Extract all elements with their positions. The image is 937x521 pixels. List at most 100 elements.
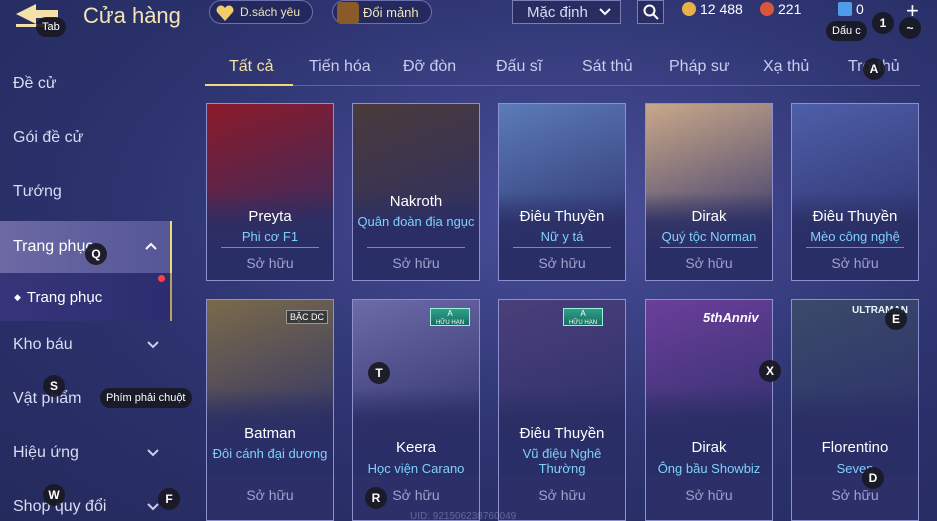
hero-name: Điêu Thuyền (812, 208, 898, 225)
skin-name: Đôi cánh đại dương (212, 446, 328, 461)
sidebar-subitem-label: Trang phục (26, 288, 103, 306)
card-divider (806, 247, 904, 248)
skin-name: Quý tộc Norman (661, 229, 757, 244)
hero-name: Keera (395, 439, 437, 456)
card-divider (221, 247, 319, 248)
skin-card[interactable]: Điêu Thuyền Mèo công nghệ Sở hữu (791, 103, 919, 281)
hero-name: Dirak (691, 208, 727, 225)
chevron-down-icon (598, 5, 612, 23)
notification-dot (158, 275, 165, 282)
skin-card[interactable]: Dirak Quý tộc Norman Sở hữu (645, 103, 773, 281)
owned-label: Sở hữu (246, 255, 294, 271)
owned-label: Sở hữu (538, 255, 586, 271)
sort-dropdown[interactable]: Mặc định (512, 0, 621, 24)
sidebar-item-label: Kho báu (13, 336, 73, 353)
sidebar-item-label: Trang phục (13, 238, 94, 255)
owned-label: Sở hữu (831, 255, 879, 271)
sidebar-item-label: Đề cử (13, 75, 57, 92)
chevron-up-icon (144, 239, 158, 258)
sidebar-subitem-skins[interactable]: ◆ Trang phục (0, 273, 172, 321)
category-tabs: Tất cả Tiến hóa Đỡ đòn Đấu sĩ Sát thủ Ph… (205, 48, 920, 86)
key-hint-x: X (759, 360, 781, 382)
skin-name: Quân đoàn địa ngục (357, 214, 475, 229)
back-key-hint: Tab (36, 17, 66, 37)
key-hint-t: T (368, 362, 390, 384)
exchange-button[interactable]: Đổi mảnh (332, 0, 432, 24)
gold-coin-icon (682, 2, 696, 16)
anniversary-badge: 5thAnniv (703, 310, 759, 325)
sidebar-item-treasure[interactable]: Kho báu (0, 320, 172, 370)
right-click-tooltip: Phím phải chuột (100, 388, 192, 408)
exchange-label: Đổi mảnh (363, 4, 419, 20)
skin-card[interactable]: Batman Đôi cánh đại dương Sở hữu (206, 299, 334, 521)
tab-assassin[interactable]: Sát thủ (582, 58, 633, 76)
tab-tank[interactable]: Đỡ đòn (403, 58, 456, 76)
bullet-icon: ◆ (14, 291, 21, 302)
tab-evolution[interactable]: Tiến hóa (309, 58, 371, 76)
limited-badge: A HỮU HẠN (563, 308, 603, 326)
gem-currency: 221 (760, 0, 801, 18)
sidebar-item-featured-packs[interactable]: Gói đề cử (0, 113, 172, 163)
key-hint-q: Q (85, 243, 107, 265)
add-currency-button[interactable]: + (906, 0, 919, 24)
owned-label: Sở hữu (246, 487, 294, 503)
search-icon (643, 4, 659, 20)
skin-name: Phi cơ F1 (241, 229, 299, 244)
key-hint-s: S (43, 375, 65, 397)
hero-name: Preyta (248, 208, 292, 225)
dc-badge: BẬC DC (286, 310, 329, 324)
key-hint-e: E (885, 308, 907, 330)
skin-name: Seven (836, 461, 874, 476)
gem-amount: 221 (778, 1, 802, 17)
skin-name: Mèo công nghệ (810, 229, 900, 244)
wishlist-button[interactable]: D.sách yêu (209, 0, 313, 24)
owned-label: Sở hữu (392, 255, 440, 271)
sidebar: Đề cử Gói đề cử Tướng Trang phục ◆ Trang… (0, 48, 172, 521)
hero-name: Điêu Thuyền (519, 425, 605, 442)
search-button[interactable] (637, 0, 664, 24)
hero-name: Dirak (691, 439, 727, 456)
skin-card[interactable]: Florentino Seven Sở hữu (791, 299, 919, 521)
sidebar-item-effects[interactable]: Hiệu ứng (0, 428, 172, 478)
skin-card[interactable]: Preyta Phi cơ F1 Sở hữu (206, 103, 334, 281)
skin-card[interactable]: Nakroth Quân đoàn địa ngục Sở hữu (352, 103, 480, 281)
card-divider (367, 247, 465, 248)
skin-card[interactable]: Điêu Thuyền Vũ điệu Nghê Thường Sở hữu (498, 299, 626, 521)
heart-icon (214, 2, 236, 24)
skin-name: Học viện Carano (367, 461, 465, 476)
sidebar-item-label: Tướng (13, 183, 62, 200)
chevron-down-icon (146, 338, 160, 357)
uid-watermark: UID: 921506238760049 (410, 511, 517, 521)
fragment-icon (337, 2, 359, 24)
hero-name: Batman (244, 425, 296, 442)
sidebar-item-label: Gói đề cử (13, 129, 84, 146)
sidebar-item-label: Hiệu ứng (13, 444, 79, 461)
hero-name: Điêu Thuyền (519, 208, 605, 225)
limited-badge: A HỮU HẠN (430, 308, 470, 326)
skin-name: Vũ điệu Nghê Thường (522, 446, 602, 476)
card-divider (513, 247, 611, 248)
card-divider (660, 247, 758, 248)
skin-name: Ông bầu Showbiz (657, 461, 761, 476)
ruby-icon (760, 2, 774, 16)
voucher-tooltip: Dấu c (826, 21, 867, 41)
owned-label: Sở hữu (685, 487, 733, 503)
skin-card[interactable]: Điêu Thuyền Nữ y tá Sở hữu (498, 103, 626, 281)
owned-label: Sở hữu (538, 487, 586, 503)
tab-all[interactable]: Tất cả (229, 58, 273, 76)
owned-label: Sở hữu (685, 255, 733, 271)
sidebar-item-heroes[interactable]: Tướng (0, 167, 172, 217)
skin-name: Nữ y tá (540, 229, 584, 244)
tab-mage[interactable]: Pháp sư (669, 58, 730, 76)
sort-value: Mặc định (527, 3, 588, 21)
key-hint-f: F (158, 488, 180, 510)
top-bar: Tab Cửa hàng D.sách yêu Đổi mảnh Mặc địn… (0, 0, 937, 48)
sidebar-item-featured[interactable]: Đề cử (0, 59, 172, 109)
tab-fighter[interactable]: Đấu sĩ (496, 58, 542, 76)
gold-amount: 12 488 (700, 1, 743, 17)
tab-marksman[interactable]: Xạ thủ (763, 58, 809, 76)
voucher-amount: 0 (856, 1, 864, 17)
sidebar-item-exchange-shop[interactable]: Shop quy đổi (0, 482, 172, 521)
key-hint-w: W (43, 484, 65, 506)
skin-card[interactable]: Dirak Ông bầu Showbiz Sở hữu (645, 299, 773, 521)
